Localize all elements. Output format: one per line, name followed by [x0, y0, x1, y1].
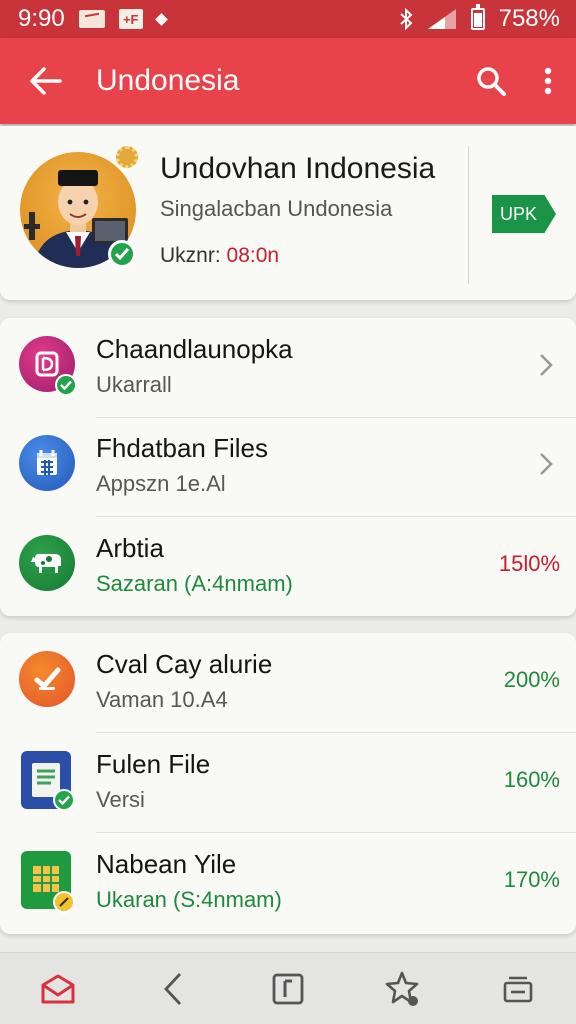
list-item-title: Nabean Yile [96, 849, 237, 879]
nav-favorites-button[interactable] [373, 959, 433, 1019]
cow-icon [19, 535, 75, 591]
list-item[interactable]: Chaandlaunopka Ukarrall [0, 318, 576, 418]
list-card-b: Cval Cay alurie Vaman 10.A4 200% Fulen F… [0, 633, 576, 934]
status-left: 9:90 +F [18, 5, 168, 33]
avatar [20, 146, 138, 268]
list-item-title: Arbtia [96, 533, 164, 563]
gear-icon [116, 146, 138, 168]
battery-icon [470, 4, 485, 30]
list-item[interactable]: Fhdatban Files Appszn 1e.Al [0, 417, 576, 517]
profile-meta-value: 08:0n [226, 244, 280, 267]
bluetooth-icon [399, 8, 413, 30]
list-card-a: Chaandlaunopka Ukarrall Fhdatban Files A… [0, 318, 576, 616]
profile-meta-label: Ukznr: [160, 244, 227, 267]
list-item-percent: 170% [503, 867, 560, 892]
verified-check-icon [108, 240, 136, 268]
battery-percent: 758% [498, 5, 560, 32]
mail-icon [41, 974, 75, 1003]
check-icon [53, 789, 75, 811]
list-item-subtitle: Versi [96, 787, 145, 812]
list-item-title: Cval Cay alurie [96, 649, 273, 679]
upk-tag-button[interactable]: UPK [492, 195, 556, 233]
dot-notification-icon [154, 12, 168, 26]
check-icon [55, 374, 77, 396]
chevron-left-icon [163, 972, 181, 1005]
star-icon [385, 971, 419, 1006]
list-item-subtitle: Vaman 10.A4 [96, 687, 228, 712]
list-item-percent: 200% [503, 667, 560, 692]
list-item-subtitle: Ukarrall [96, 372, 172, 397]
list-item[interactable]: Nabean Yile Ukaran (S:4nmam) 170% [0, 833, 576, 933]
list-item-title: Chaandlaunopka [96, 334, 293, 364]
status-right: 758% [399, 4, 560, 33]
list-item[interactable]: Fulen File Versi 160% [0, 733, 576, 833]
arrow-left-icon [30, 67, 62, 95]
list-item-title: Fhdatban Files [96, 433, 268, 463]
page-title: Undonesia [96, 64, 240, 97]
back-button[interactable] [0, 38, 90, 124]
calendar-file-icon [19, 435, 75, 491]
mail-notification-icon [78, 10, 105, 28]
more-options-button[interactable] [520, 38, 576, 124]
nav-home-button[interactable] [258, 959, 318, 1019]
search-button[interactable] [462, 38, 520, 124]
chevron-right-icon [534, 350, 558, 380]
checkmark-circle-icon [19, 651, 75, 707]
bottom-nav [0, 952, 576, 1024]
profile-meta: Ukznr: 08:0n [160, 244, 279, 268]
profile-name: Undovhan Indonesia [160, 152, 436, 185]
more-vert-icon [544, 67, 552, 95]
list-item-subtitle: Ukaran (S:4nmam) [96, 887, 282, 912]
profile-divider [468, 146, 469, 284]
tabs-icon [504, 976, 533, 1002]
search-icon [477, 67, 506, 96]
list-item-subtitle: Sazaran (A:4nmam) [96, 571, 293, 596]
edit-badge-icon [53, 891, 75, 913]
app-notification-icon: +F [118, 9, 143, 29]
chevron-right-icon [534, 449, 558, 479]
app-bar: Undonesia [0, 38, 576, 124]
nav-back-button[interactable] [143, 959, 203, 1019]
profile-subtitle: Singalacban Undonesia [160, 196, 393, 221]
list-item-percent: 15l0% [498, 551, 560, 576]
nav-inbox-button[interactable] [28, 959, 88, 1019]
list-item-title: Fulen File [96, 749, 211, 779]
list-item-percent: 160% [503, 767, 560, 792]
square-home-icon [272, 973, 304, 1004]
list-item[interactable]: Cval Cay alurie Vaman 10.A4 200% [0, 633, 576, 733]
status-time: 9:90 [18, 5, 65, 32]
list-item-subtitle: Appszn 1e.Al [96, 471, 226, 496]
status-bar: 9:90 +F 758% [0, 0, 576, 38]
signal-icon [427, 8, 457, 30]
list-item[interactable]: Arbtia Sazaran (A:4nmam) 15l0% [0, 517, 576, 617]
nav-tabs-button[interactable] [488, 959, 548, 1019]
